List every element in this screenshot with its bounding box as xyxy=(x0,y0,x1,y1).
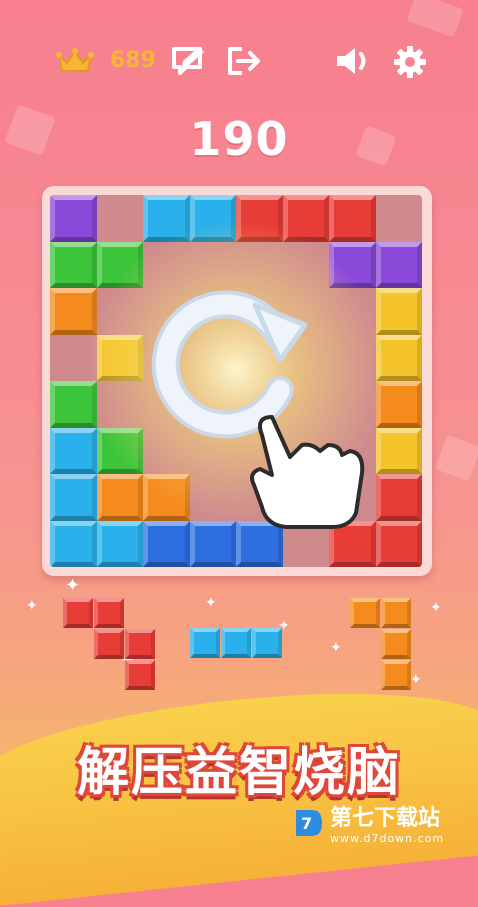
piece-block xyxy=(252,628,282,658)
board-block-blue xyxy=(143,520,190,567)
piece-block xyxy=(381,629,411,659)
board-block-red xyxy=(375,520,422,567)
sparkle-icon: ✦ xyxy=(205,595,217,611)
board-block-green xyxy=(96,241,143,288)
board-block-cyan xyxy=(50,520,97,567)
board-block-cyan xyxy=(143,195,190,242)
current-score: 190 xyxy=(189,112,289,166)
board-block-orange xyxy=(143,474,190,521)
game-board[interactable] xyxy=(50,195,422,567)
board-block-orange xyxy=(50,288,97,335)
settings-icon[interactable] xyxy=(390,44,430,80)
board-block-green xyxy=(50,241,97,288)
exit-icon[interactable] xyxy=(225,44,265,78)
d7-logo-icon: 7 xyxy=(296,809,322,836)
board-block-yellow xyxy=(375,334,422,381)
board-block-blue xyxy=(236,520,283,567)
sound-icon[interactable] xyxy=(332,44,374,78)
watermark-title: 第七下载站 xyxy=(330,806,441,831)
board-block-cyan xyxy=(189,195,236,242)
board-block-cyan xyxy=(50,474,97,521)
board-block-green xyxy=(50,381,97,428)
sparkle-icon: ✦ xyxy=(430,600,442,616)
board-block-cyan xyxy=(96,520,143,567)
piece-block xyxy=(350,598,380,628)
crown-icon xyxy=(55,46,95,76)
svg-text:7: 7 xyxy=(301,814,312,833)
promo-banner: 解压益智烧脑 xyxy=(76,743,401,803)
board-block-red xyxy=(236,195,283,242)
board-block-yellow xyxy=(375,427,422,474)
board-block-orange xyxy=(96,474,143,521)
piece-block xyxy=(125,660,155,690)
piece-block xyxy=(381,598,411,628)
sparkle-icon: ✦ xyxy=(410,672,422,688)
sparkle-icon: ✦ xyxy=(65,575,81,596)
sparkle-icon: ✦ xyxy=(26,598,38,614)
board-block-red xyxy=(329,195,376,242)
sparkle-icon: ✦ xyxy=(330,640,342,656)
board-block-blue xyxy=(189,520,236,567)
piece-block xyxy=(94,629,124,659)
board-block-yellow xyxy=(375,288,422,335)
board-block-red xyxy=(375,474,422,521)
piece-block xyxy=(125,629,155,659)
board-block-orange xyxy=(375,381,422,428)
piece-block xyxy=(63,598,93,628)
board-block-purple xyxy=(375,241,422,288)
board-block-green xyxy=(96,427,143,474)
site-watermark: 7 第七下载站 www.d7down.com xyxy=(292,800,444,845)
piece-block xyxy=(190,628,220,658)
board-block-yellow xyxy=(96,334,143,381)
board-block-purple xyxy=(329,241,376,288)
board-block-red xyxy=(282,195,329,242)
bg-decoration xyxy=(406,0,464,38)
best-score: 689 xyxy=(110,48,156,73)
edit-icon[interactable] xyxy=(170,44,210,78)
board-block-cyan xyxy=(50,427,97,474)
watermark-url: www.d7down.com xyxy=(330,832,445,845)
piece-block xyxy=(221,628,251,658)
board-block-purple xyxy=(50,195,97,242)
board-block-red xyxy=(329,520,376,567)
top-bar: 689 xyxy=(0,42,478,82)
piece-block xyxy=(381,660,411,690)
piece-block xyxy=(94,598,124,628)
bg-decoration xyxy=(434,434,478,482)
